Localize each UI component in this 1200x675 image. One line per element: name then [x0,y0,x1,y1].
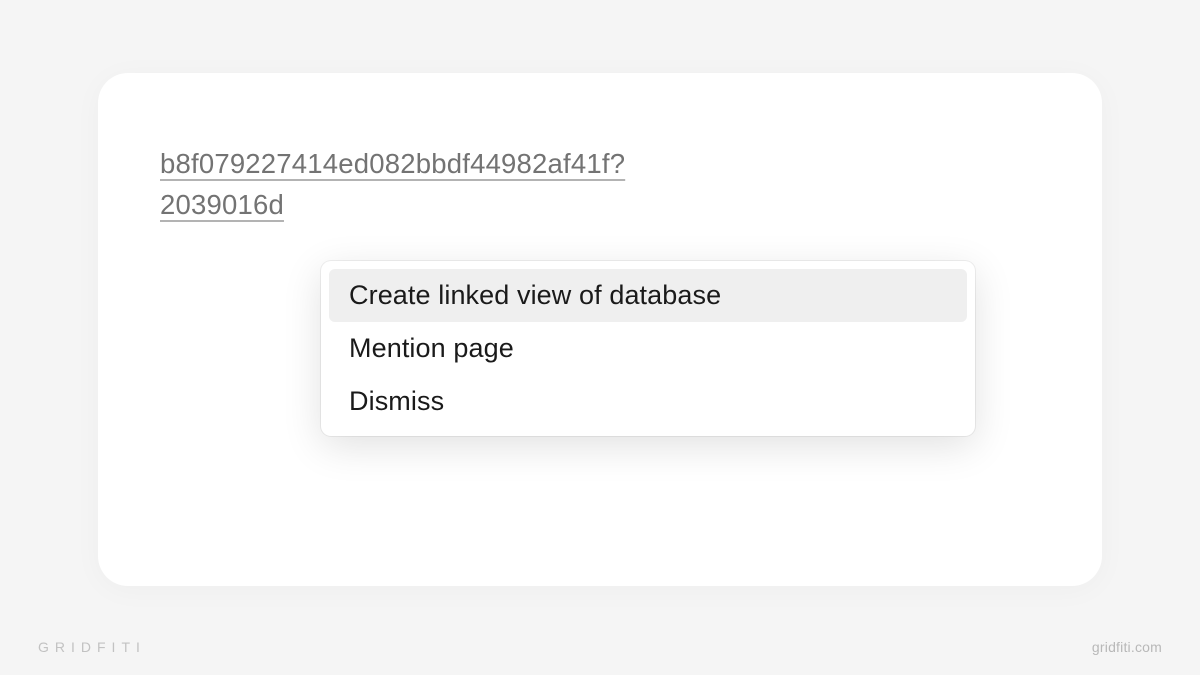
pasted-url-text: b8f079227414ed082bbdf44982af41f? 2039016… [160,144,625,225]
menu-item-mention-page[interactable]: Mention page [329,322,967,375]
menu-item-create-linked-view[interactable]: Create linked view of database [329,269,967,322]
menu-item-label: Create linked view of database [349,280,721,310]
menu-item-dismiss[interactable]: Dismiss [329,375,967,428]
url-line-2: 2039016d [160,189,284,220]
url-line-1: b8f079227414ed082bbdf44982af41f? [160,148,625,179]
footer-site: gridfiti.com [1092,639,1162,655]
footer-brand: GRIDFITI [38,639,146,655]
menu-item-label: Mention page [349,333,514,363]
menu-item-label: Dismiss [349,386,444,416]
url-action-menu: Create linked view of database Mention p… [321,261,975,436]
